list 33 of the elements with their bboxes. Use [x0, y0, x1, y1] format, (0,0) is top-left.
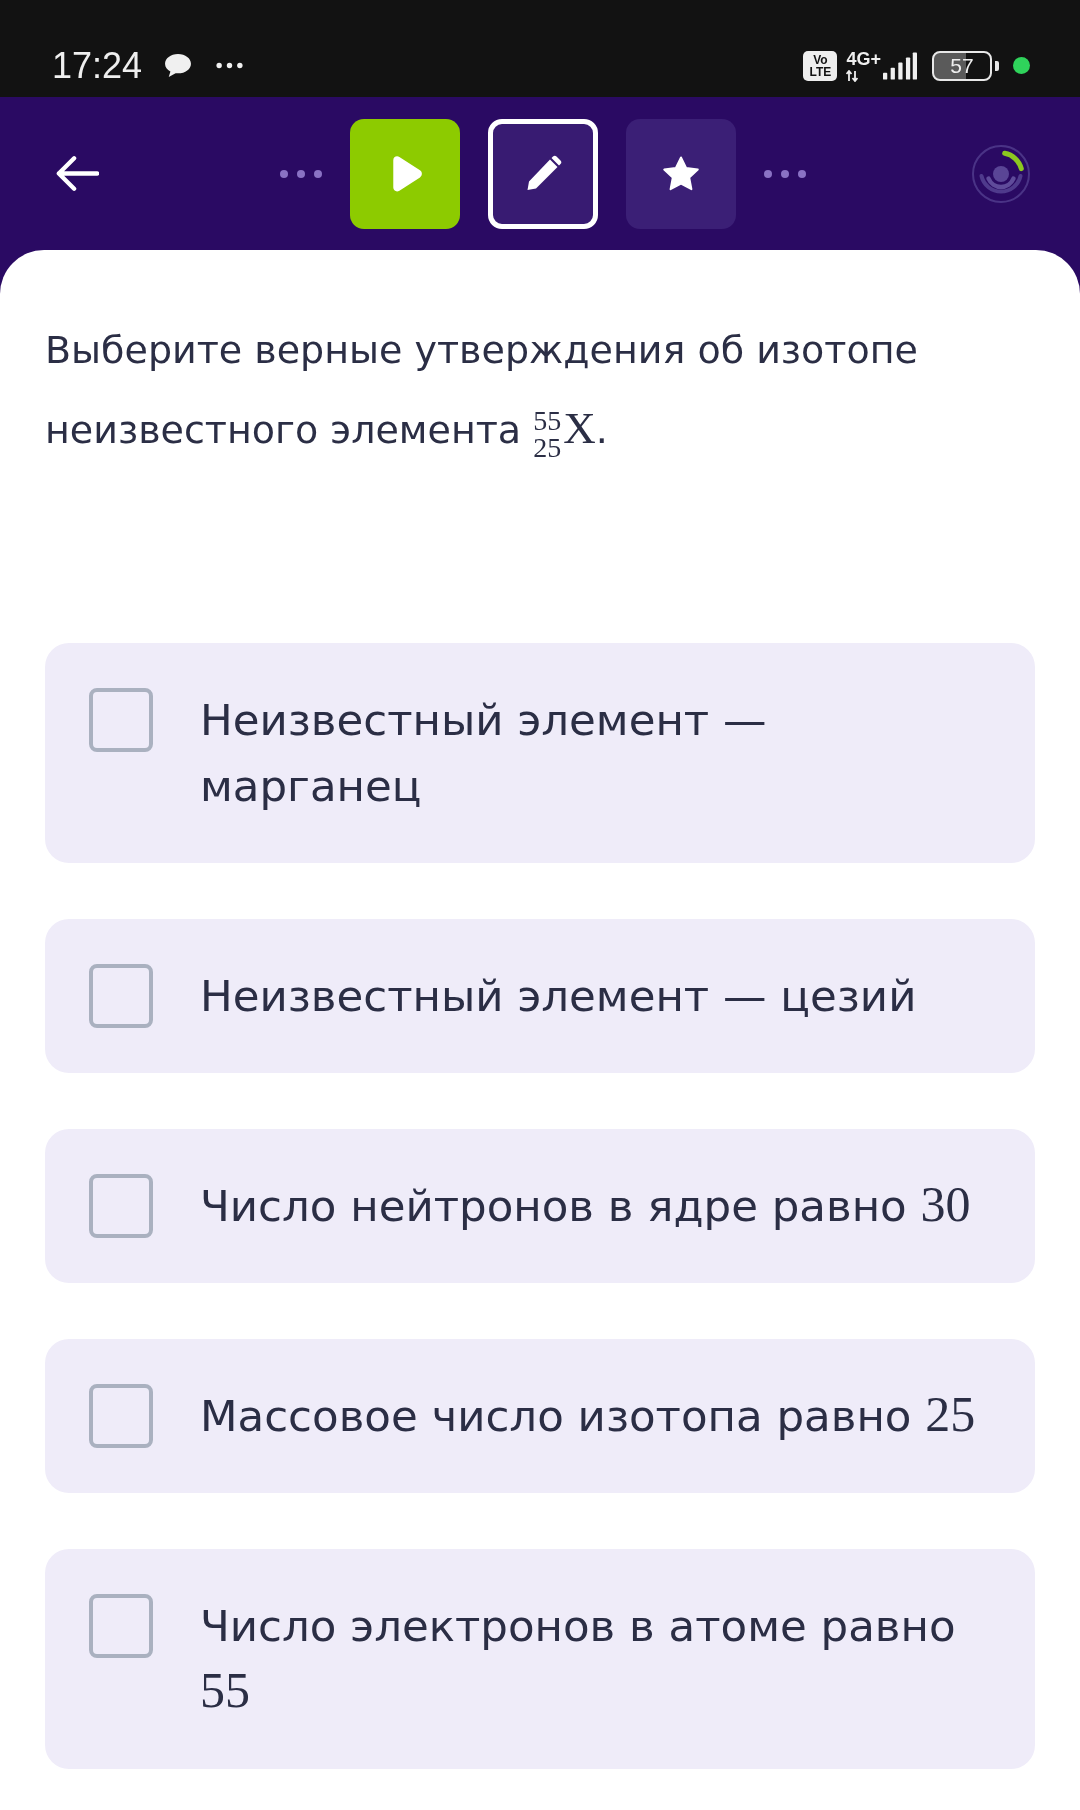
signal-icon [883, 50, 917, 81]
answer-option[interactable]: Массовое число изотопа равно 25 [45, 1339, 1035, 1493]
ellipsis-icon [216, 62, 244, 69]
option-text: Число нейтронов в ядре равно 30 [200, 1175, 971, 1234]
option-text: Неизвестный элемент — марганец [200, 694, 768, 813]
back-button[interactable] [55, 155, 99, 192]
step-tab[interactable] [349, 118, 460, 229]
step-tab[interactable] [487, 118, 598, 229]
back-arrow-icon [55, 155, 99, 192]
play-icon [390, 154, 423, 193]
answer-option[interactable]: Число электронов в атоме равно 55 [45, 1549, 1035, 1769]
privacy-dot-icon [1013, 57, 1030, 74]
checkbox[interactable] [89, 1174, 153, 1238]
answer-option[interactable]: Неизвестный элемент — марганец [45, 643, 1035, 863]
status-time: 17:24 [52, 45, 143, 86]
option-text: Число электронов в атоме равно 55 [200, 1600, 957, 1720]
checkbox[interactable] [89, 1594, 153, 1658]
option-text: Неизвестный элемент — цезий [200, 970, 917, 1023]
answer-option[interactable]: Неизвестный элемент — цезий [45, 919, 1035, 1073]
ellipsis-icon [279, 169, 322, 178]
chat-bubble-icon [164, 53, 193, 78]
battery-indicator: 57 [932, 50, 999, 81]
step-tab[interactable] [625, 118, 736, 229]
star-icon [661, 154, 700, 193]
network-type: 4G+ [846, 49, 881, 68]
option-text: Массовое число изотопа равно 25 [200, 1385, 976, 1444]
checkbox[interactable] [89, 688, 153, 752]
volte-badge: Vo LTE [803, 50, 838, 81]
ellipsis-icon [763, 169, 806, 178]
checkbox[interactable] [89, 964, 153, 1028]
data-arrows-icon [846, 69, 859, 82]
answer-option[interactable]: Число нейтронов в ядре равно 30 [45, 1129, 1035, 1283]
checkbox[interactable] [89, 1384, 153, 1448]
